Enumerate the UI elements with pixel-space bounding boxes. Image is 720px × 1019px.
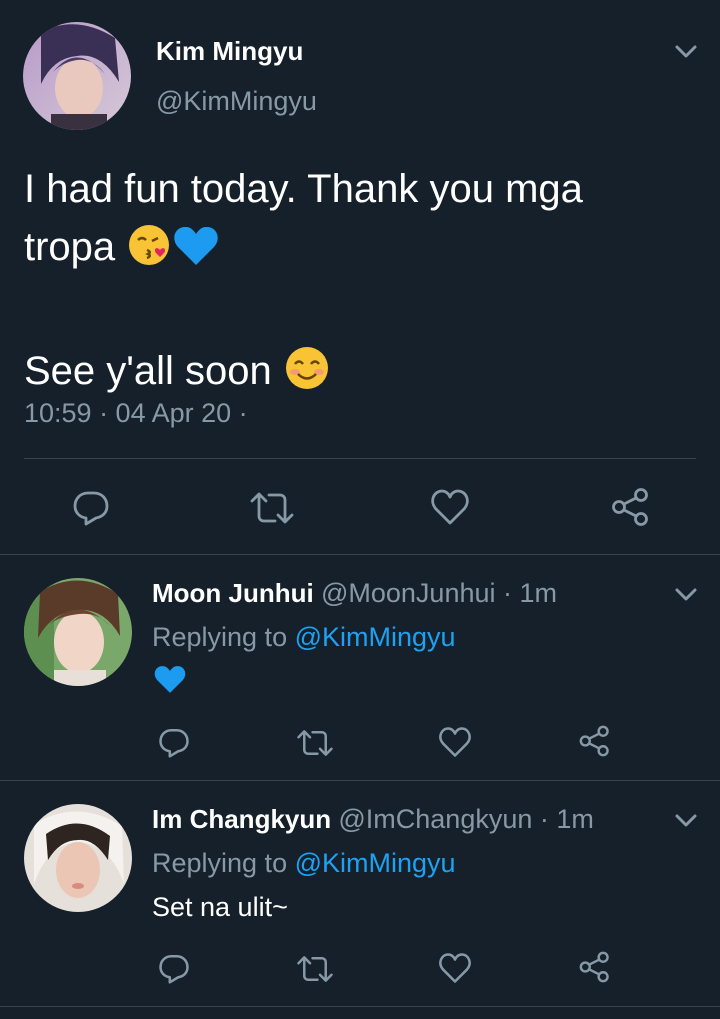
retweet-icon[interactable] [296,954,334,984]
reply-icon[interactable] [158,952,190,984]
chevron-down-icon[interactable] [672,583,700,610]
reply-icon[interactable] [72,488,110,526]
avatar[interactable] [23,22,131,130]
divider [24,458,696,459]
tweet-text-spacer [24,284,583,342]
divider [0,780,720,781]
author-handle[interactable]: @KimMingyu [156,86,317,117]
tweet-timestamp[interactable]: 10:59 · 04 Apr 20 · [24,398,248,429]
author-handle-time[interactable]: @MoonJunhui · 1m [321,578,557,608]
avatar[interactable] [24,578,132,686]
reply-text: Set na ulit~ [152,892,288,922]
replying-to: Replying to @KimMingyu [152,622,456,653]
divider [0,1006,720,1007]
replying-to-handle[interactable]: @KimMingyu [295,622,456,652]
like-icon[interactable] [438,952,472,984]
replying-to: Replying to @KimMingyu [152,848,456,879]
share-icon[interactable] [578,950,612,984]
replying-to-label: Replying to [152,848,288,878]
replying-to-label: Replying to [152,622,288,652]
author-handle-time[interactable]: @ImChangkyun · 1m [338,804,594,834]
tweet-text-line: I had fun today. Thank you mga [24,167,583,211]
chevron-down-icon[interactable] [672,809,700,836]
like-icon[interactable] [438,726,472,758]
retweet-icon[interactable] [249,490,295,526]
share-icon[interactable] [610,486,652,528]
replying-to-handle[interactable]: @KimMingyu [295,848,456,878]
author-name[interactable]: Moon Junhui [152,578,314,608]
retweet-icon[interactable] [296,728,334,758]
tweet-text: I had fun today. Thank you mga tropa See… [24,160,583,408]
divider [0,554,720,555]
blue-heart-emoji [172,224,220,284]
tweet-text-word: See y'all soon [24,349,272,393]
reply-header: Im Changkyun @ImChangkyun · 1m [152,804,594,835]
author-name[interactable]: Im Changkyun [152,804,331,834]
reply-header: Moon Junhui @MoonJunhui · 1m [152,578,557,609]
chevron-down-icon[interactable] [672,40,700,67]
avatar[interactable] [24,804,132,912]
author-name[interactable]: Kim Mingyu [156,36,303,67]
share-icon[interactable] [578,724,612,758]
smiling-emoji [283,344,331,408]
tweet-text-word: tropa [24,225,116,269]
blue-heart-emoji [153,664,187,700]
kissing-heart-emoji [126,222,172,284]
like-icon[interactable] [430,488,470,526]
reply-icon[interactable] [158,726,190,758]
tweet-text-line: tropa [24,218,583,284]
